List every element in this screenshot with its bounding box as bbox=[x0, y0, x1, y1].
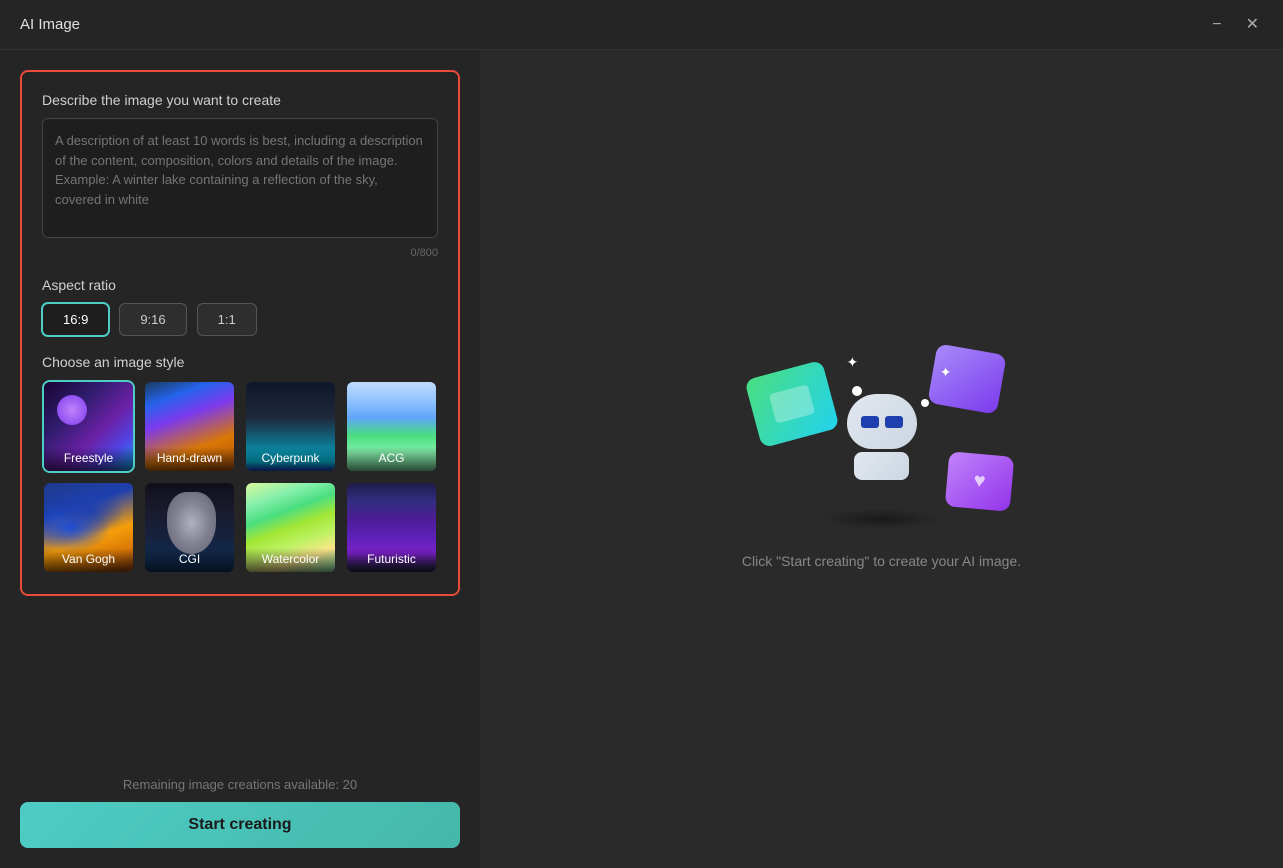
start-creating-button[interactable]: Start creating bbox=[20, 802, 460, 848]
style-vangogh[interactable]: Van Gogh bbox=[42, 481, 135, 574]
image-style-section: Choose an image style Freestyle Hand-dra… bbox=[42, 354, 438, 574]
style-handdrawn-label: Hand-drawn bbox=[145, 447, 234, 471]
main-layout: Describe the image you want to create 0/… bbox=[0, 50, 1283, 868]
style-freestyle-label: Freestyle bbox=[44, 447, 133, 471]
style-freestyle[interactable]: Freestyle bbox=[42, 380, 135, 473]
style-watercolor[interactable]: Watercolor bbox=[244, 481, 337, 574]
robot-body bbox=[854, 452, 909, 480]
left-panel: Describe the image you want to create 0/… bbox=[0, 50, 480, 868]
style-cyberpunk[interactable]: Cyberpunk bbox=[244, 380, 337, 473]
hint-text: Click "Start creating" to create your AI… bbox=[742, 553, 1021, 569]
aspect-ratio-row: 16:9 9:16 1:1 bbox=[42, 303, 438, 336]
aspect-16-9-button[interactable]: 16:9 bbox=[42, 303, 109, 336]
robot-dot-top-left bbox=[852, 386, 862, 396]
settings-panel: Describe the image you want to create 0/… bbox=[20, 70, 460, 596]
char-count: 0/800 bbox=[42, 247, 438, 259]
illustration-card-left bbox=[744, 360, 839, 448]
aspect-ratio-label: Aspect ratio bbox=[42, 277, 438, 293]
illustration-shadow bbox=[822, 509, 942, 529]
aspect-1-1-button[interactable]: 1:1 bbox=[197, 303, 257, 336]
sparkle-icon-1: ✦ bbox=[847, 354, 859, 371]
remaining-text: Remaining image creations available: 20 bbox=[20, 777, 460, 792]
illustration-card-right-bottom bbox=[944, 451, 1014, 511]
style-futuristic[interactable]: Futuristic bbox=[345, 481, 438, 574]
left-bottom: Remaining image creations available: 20 … bbox=[20, 757, 460, 848]
window-title: AI Image bbox=[20, 16, 80, 33]
illustration-card-right-top bbox=[927, 343, 1006, 414]
window-controls: − ✕ bbox=[1208, 15, 1263, 35]
describe-label: Describe the image you want to create bbox=[42, 92, 438, 108]
description-input[interactable] bbox=[42, 118, 438, 238]
cgi-face-decoration bbox=[167, 492, 216, 554]
close-button[interactable]: ✕ bbox=[1242, 15, 1263, 35]
sparkle-icon-2: ✦ bbox=[940, 364, 952, 381]
image-style-label: Choose an image style bbox=[42, 354, 438, 370]
title-bar: AI Image − ✕ bbox=[0, 0, 1283, 50]
style-acg-label: ACG bbox=[347, 447, 436, 471]
aspect-ratio-section: Aspect ratio 16:9 9:16 1:1 bbox=[42, 277, 438, 336]
style-watercolor-label: Watercolor bbox=[246, 548, 335, 572]
ai-illustration: ✦ ✦ bbox=[752, 349, 1012, 529]
style-cgi[interactable]: CGI bbox=[143, 481, 236, 574]
minimize-button[interactable]: − bbox=[1208, 15, 1225, 35]
describe-section: Describe the image you want to create 0/… bbox=[42, 92, 438, 259]
style-cyberpunk-label: Cyberpunk bbox=[246, 447, 335, 471]
style-vangogh-label: Van Gogh bbox=[44, 548, 133, 572]
robot-illustration bbox=[837, 394, 927, 484]
style-grid: Freestyle Hand-drawn Cyberpunk bbox=[42, 380, 438, 574]
robot-eye-right bbox=[885, 416, 903, 428]
robot-head bbox=[847, 394, 917, 449]
robot-eye-left bbox=[861, 416, 879, 428]
style-futuristic-label: Futuristic bbox=[347, 548, 436, 572]
style-acg[interactable]: ACG bbox=[345, 380, 438, 473]
style-handdrawn[interactable]: Hand-drawn bbox=[143, 380, 236, 473]
aspect-9-16-button[interactable]: 9:16 bbox=[119, 303, 186, 336]
robot-dot-top-right bbox=[921, 399, 929, 407]
right-panel: ✦ ✦ Click "Start creating" to create you… bbox=[480, 50, 1283, 868]
